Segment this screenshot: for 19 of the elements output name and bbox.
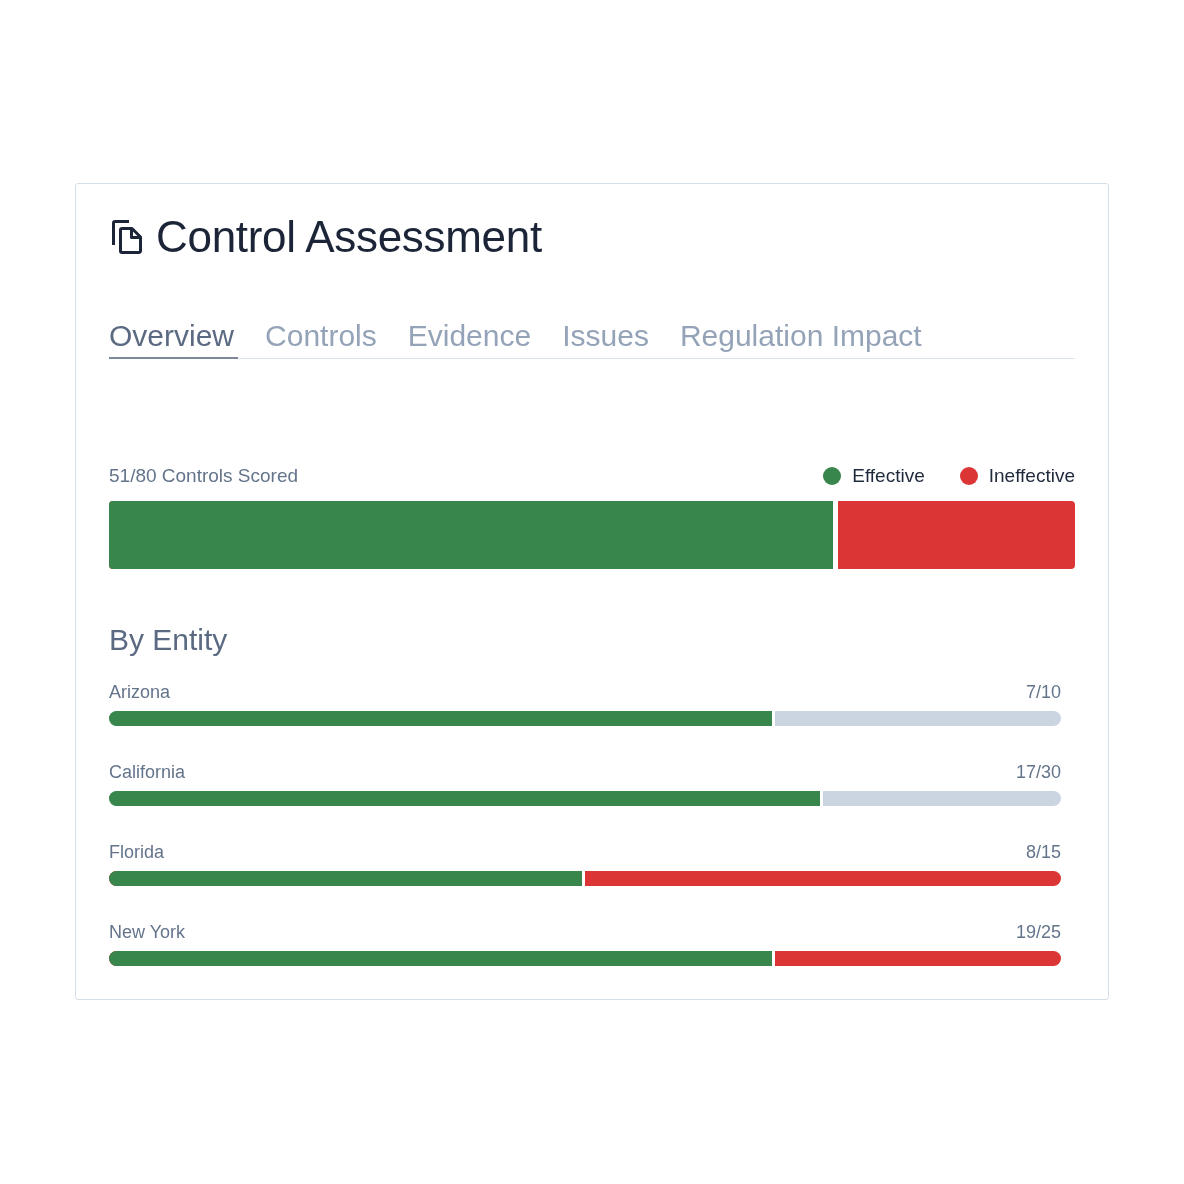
entity-name: California bbox=[109, 761, 186, 783]
entity-score: 8/15 bbox=[1025, 841, 1061, 863]
page-title: Control Assessment bbox=[156, 211, 542, 263]
tab[interactable]: Evidence bbox=[407, 318, 536, 359]
entity-name: New York bbox=[109, 921, 186, 943]
legend-label: Ineffective bbox=[988, 465, 1075, 487]
legend-label: Effective bbox=[852, 465, 925, 487]
section-heading: By Entity bbox=[109, 622, 229, 658]
tab[interactable]: Regulation Impact bbox=[679, 318, 926, 359]
copy-icon bbox=[111, 218, 143, 255]
tab[interactable]: Issues bbox=[562, 318, 653, 359]
entity-score: 17/30 bbox=[1015, 761, 1061, 783]
entity-score: 19/25 bbox=[1015, 921, 1061, 943]
entity-name: Florida bbox=[109, 841, 165, 863]
entity-name: Arizona bbox=[109, 681, 171, 703]
entity-score: 7/10 bbox=[1025, 681, 1061, 703]
tab[interactable]: Overview bbox=[109, 318, 239, 359]
tab[interactable]: Controls bbox=[265, 318, 381, 359]
controls-scored-label: 51/80 Controls Scored bbox=[109, 465, 299, 487]
